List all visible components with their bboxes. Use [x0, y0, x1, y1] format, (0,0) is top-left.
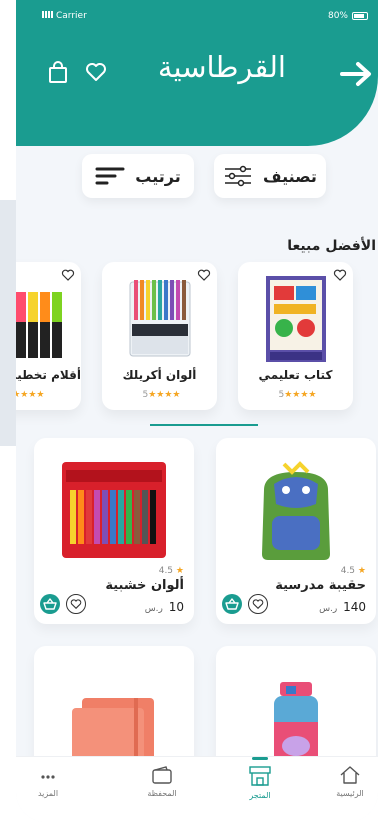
currency: ر.س	[144, 604, 163, 614]
rating: 5★★★★	[16, 390, 81, 400]
basket-icon	[225, 598, 239, 610]
star-icons: ★★★★	[16, 390, 45, 400]
shopping-bag-icon	[49, 61, 67, 83]
school-backpack-image	[262, 461, 330, 560]
star-icons: ★★★★	[148, 390, 181, 400]
product-name: كتاب تعليمي	[258, 368, 333, 382]
header: Carrier 80% القرطاسية	[16, 0, 378, 146]
best-seller-card[interactable]: كتاب تعليمي 5★★★★	[238, 262, 353, 410]
sort-label: ترتيب	[135, 166, 181, 186]
heart-icon[interactable]	[197, 268, 211, 282]
tab-label: الرئيسية	[336, 789, 364, 798]
favorite-button[interactable]	[248, 594, 268, 614]
rating-value: 4.5	[158, 566, 174, 576]
cart-button[interactable]	[46, 60, 70, 84]
star-icon: ★	[357, 566, 366, 576]
product-price: 10 ر.س	[145, 600, 184, 614]
rating-value: 4.5	[340, 566, 356, 576]
tab-label: المتجر	[249, 791, 271, 800]
star-icon: ★	[175, 566, 184, 576]
rating: 5★★★★	[102, 390, 217, 400]
tab-more[interactable]: المزيد	[16, 765, 88, 815]
tab-label: المحفظة	[147, 789, 177, 798]
product-card[interactable]: ★ 4.5 حقيبة مدرسية 140 ر.س	[216, 438, 376, 624]
product-name: ألوان خشبية	[105, 578, 184, 593]
wooden-colors-image	[62, 462, 166, 558]
sort-icon	[95, 167, 125, 185]
product-name: حقيبة مدرسية	[275, 578, 366, 593]
arrow-right-icon	[340, 62, 371, 86]
active-tab-indicator	[252, 757, 268, 760]
back-button[interactable]	[338, 60, 374, 88]
currency: ر.س	[319, 604, 338, 614]
price-value: 140	[343, 600, 366, 614]
star-icons: ★★★★	[284, 390, 317, 400]
tab-label: المزيد	[37, 789, 59, 798]
highlighters-image	[16, 292, 62, 358]
favorite-button[interactable]	[66, 594, 86, 614]
filter-label: تصنيف	[263, 166, 317, 186]
rating: ★ 4.5	[159, 566, 184, 576]
heart-icon	[252, 599, 264, 610]
tab-store[interactable]: المتجر	[220, 765, 300, 815]
heart-icon	[70, 599, 82, 610]
battery-icon	[352, 12, 368, 20]
favorites-button[interactable]	[84, 60, 108, 84]
basket-icon	[43, 598, 57, 610]
add-to-cart-button[interactable]	[222, 594, 242, 614]
tab-wallet[interactable]: المحفظة	[122, 765, 202, 815]
page-title: القرطاسية	[157, 50, 286, 84]
heart-icon[interactable]	[333, 268, 347, 282]
product-name: أقلام تخطيط	[16, 368, 81, 382]
bottom-tab-bar: الرئيسية المتجر المحفظة المزيد	[16, 756, 378, 822]
product-card[interactable]: ★ 4.5 ألوان خشبية 10 ر.س	[34, 438, 194, 624]
carrier-label: Carrier	[42, 11, 87, 21]
background-strip	[0, 200, 16, 446]
product-name: ألوان أكريلك	[122, 368, 197, 382]
wallet-icon	[152, 766, 172, 784]
heart-icon[interactable]	[61, 268, 75, 282]
best-seller-card[interactable]: ألوان أكريلك 5★★★★	[102, 262, 217, 410]
rating: ★ 4.5	[341, 566, 366, 576]
section-divider	[150, 424, 258, 426]
more-icon	[41, 775, 55, 779]
best-sellers-title: الأفضل مبيعا	[287, 238, 376, 254]
heart-icon	[86, 63, 106, 81]
add-to-cart-button[interactable]	[40, 594, 60, 614]
rating: 5★★★★	[238, 390, 353, 400]
product-price: 140 ر.س	[319, 600, 366, 614]
battery-percent: 80%	[327, 11, 348, 21]
acrylic-colors-image	[129, 280, 191, 357]
store-icon	[249, 766, 271, 786]
educational-book-image	[266, 276, 326, 362]
home-icon	[340, 766, 360, 784]
tab-home[interactable]: الرئيسية	[310, 765, 378, 815]
filter-sliders-icon	[225, 165, 252, 187]
app-screen: Carrier 80% القرطاسية ترتيب تصنيف الأفضل…	[16, 0, 378, 822]
sort-button[interactable]: ترتيب	[82, 154, 194, 198]
filter-button[interactable]: تصنيف	[214, 154, 326, 198]
best-seller-card[interactable]: أقلام تخطيط 5★★★★	[16, 262, 81, 410]
status-bar: Carrier 80%	[16, 8, 378, 24]
price-value: 10	[168, 600, 184, 614]
